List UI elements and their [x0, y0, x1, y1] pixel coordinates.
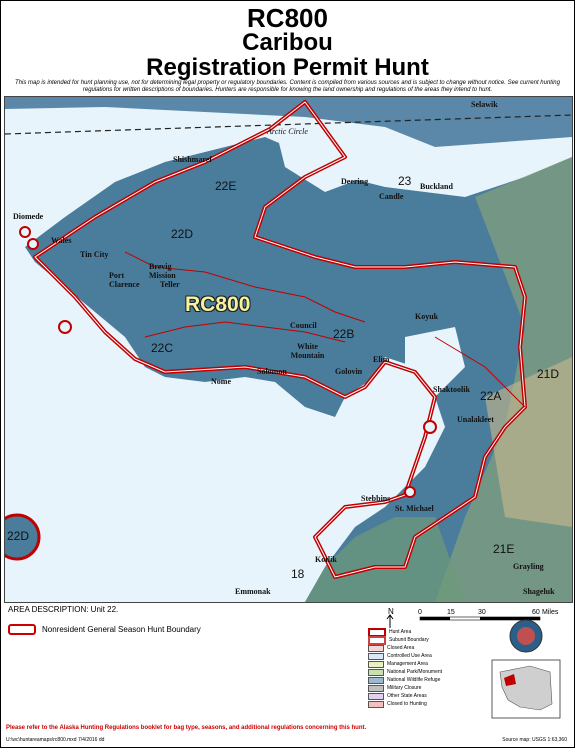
place-koyuk: Koyuk	[415, 312, 439, 321]
place-port-clarence: Port Clarence	[109, 271, 140, 289]
place-st-michael: St. Michael	[395, 504, 434, 513]
unit-23-label: 23	[398, 174, 412, 188]
regulations-note: Please refer to the Alaska Hunting Regul…	[6, 725, 367, 731]
place-council: Council	[290, 321, 317, 330]
place-golovin: Golovin	[335, 367, 363, 376]
arctic-circle-label: Arctic Circle	[267, 127, 308, 136]
north-arrow-label: N	[388, 607, 394, 616]
scale-tick-15: 15	[447, 609, 455, 616]
place-elim: Elim	[373, 355, 390, 364]
place-solomon: Solomon	[257, 367, 287, 376]
place-shageluk: Shageluk	[523, 587, 555, 596]
unit-18-label: 18	[291, 567, 305, 581]
place-tin-city: Tin City	[80, 250, 109, 259]
scale-tick-30: 30	[478, 609, 486, 616]
scale-bar-segment	[420, 617, 450, 620]
legend-label: Management Area	[387, 661, 428, 667]
place-shishmaref: Shishmaref	[173, 155, 212, 164]
legend-label: National Park/Monument	[387, 669, 443, 675]
place-white-mountain: White Mountain	[290, 342, 325, 360]
legend-item: Subunit Boundary	[368, 635, 468, 645]
legend-swatch	[368, 660, 384, 668]
island-area	[19, 226, 31, 238]
legend-swatch	[368, 652, 384, 660]
species-title: Caribou	[242, 29, 333, 56]
place-brevig-mission: Brevig Mission	[149, 262, 176, 280]
legend-label: Closed Area	[387, 645, 415, 651]
adfg-seal-center	[517, 627, 535, 645]
place-grayling: Grayling	[513, 562, 544, 571]
unit-22e-label: 22E	[215, 179, 237, 193]
island-area	[423, 420, 437, 434]
source-note: Source map: USGS 1:63,360	[502, 737, 567, 743]
place-candle: Candle	[379, 192, 404, 201]
place-shaktoolik: Shaktoolik	[433, 385, 470, 394]
legend-swatch	[368, 700, 384, 708]
boundary-legend: Nonresident General Season Hunt Boundary	[8, 624, 201, 635]
legend-swatch	[368, 676, 384, 684]
legend-label: Subunit Boundary	[389, 637, 429, 643]
hunt-area-label: RC800	[185, 293, 251, 316]
legend-item: Closed to Hunting	[368, 700, 468, 708]
file-reference: U:\wc\huntareamaps\rc800.mxd 7/4/2016 dd	[6, 737, 105, 743]
legend-item: National Park/Monument	[368, 668, 468, 676]
island-area	[27, 238, 39, 250]
disclaimer: This map is intended for hunt planning u…	[15, 80, 560, 93]
place-wales: Wales	[51, 236, 72, 245]
unit-22b-label: 22B	[333, 327, 355, 341]
north-arrow-icon	[386, 614, 394, 628]
legend-label: Other State Areas	[387, 693, 427, 699]
legend-item: Controlled Use Area	[368, 652, 468, 660]
legend-swatch	[368, 684, 384, 692]
place-unalakleet: Unalakleet	[457, 415, 494, 424]
legend-swatch	[368, 644, 384, 652]
legend-item: Military Closure	[368, 684, 468, 692]
unit-21d-label: 21D	[537, 367, 560, 381]
place-emmonak: Emmonak	[235, 587, 271, 596]
unit-22d-label: 22D	[171, 227, 194, 241]
legend-swatch	[368, 692, 384, 700]
legend-swatch	[368, 635, 386, 645]
boundary-swatch	[8, 624, 36, 635]
unit-22a-label: 22A	[480, 389, 502, 403]
place-kotlik: Kotlik	[315, 555, 337, 564]
legend-item: Closed Area	[368, 644, 468, 652]
legend-label: Hunt Area	[389, 629, 412, 635]
legend-label: Controlled Use Area	[387, 653, 432, 659]
boundary-legend-label: Nonresident General Season Hunt Boundary	[42, 625, 201, 634]
unit-22c-label: 22C	[151, 341, 174, 355]
legend-item: Management Area	[368, 660, 468, 668]
unit-21e-label: 21E	[493, 542, 515, 556]
unit-22d-west-label: 22D	[7, 529, 30, 543]
scale-tick-0: 0	[418, 609, 422, 616]
place-deering: Deering	[341, 177, 369, 186]
legend-swatch	[368, 668, 384, 676]
place-selawik: Selawik	[471, 100, 498, 109]
place-teller: Teller	[160, 280, 180, 289]
hunt-code-title: RC800	[247, 3, 328, 33]
inset-maps	[491, 619, 561, 719]
place-stebbins: Stebbins	[361, 494, 391, 503]
place-diomede: Diomede	[13, 212, 44, 221]
hunt-map[interactable]: Selawik Arctic Circle Shishmaref Deering…	[4, 96, 573, 603]
legend-item: Other State Areas	[368, 692, 468, 700]
legend-label: Military Closure	[387, 685, 422, 691]
map-legend: Hunt Area Subunit Boundary Closed Area C…	[368, 627, 468, 708]
legend-label: National Wildlife Refuge	[387, 677, 441, 683]
island-area	[404, 486, 416, 498]
place-nome: Nome	[211, 377, 231, 386]
place-buckland: Buckland	[420, 182, 453, 191]
legend-label: Closed to Hunting	[387, 701, 427, 707]
area-description: AREA DESCRIPTION: Unit 22.	[8, 605, 119, 614]
island-area	[58, 320, 72, 334]
legend-item: National Wildlife Refuge	[368, 676, 468, 684]
hunt-type-title: Registration Permit Hunt	[146, 54, 429, 81]
